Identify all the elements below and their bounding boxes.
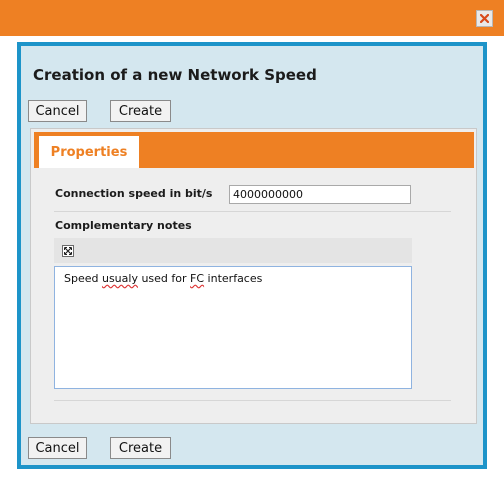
create-button-top[interactable]: Create — [110, 100, 171, 122]
dialog-title: Creation of a new Network Speed — [33, 66, 317, 84]
create-button-bottom[interactable]: Create — [110, 437, 171, 459]
tab-bar: Properties — [34, 132, 474, 168]
properties-panel: Properties Connection speed in bit/s Com… — [30, 128, 477, 424]
notes-editor-toolbar — [54, 238, 412, 263]
cancel-button-top[interactable]: Cancel — [28, 100, 87, 122]
notes-text-part: Speed — [64, 272, 102, 285]
divider — [54, 211, 451, 212]
network-speed-dialog: Creation of a new Network Speed Cancel C… — [17, 42, 487, 469]
divider — [54, 400, 451, 401]
complementary-notes-label: Complementary notes — [55, 219, 192, 232]
cancel-button-bottom[interactable]: Cancel — [28, 437, 87, 459]
notes-text-part: used for — [137, 272, 191, 285]
misspelled-word: FC — [190, 272, 205, 285]
maximize-icon[interactable] — [62, 245, 74, 257]
tab-properties[interactable]: Properties — [39, 136, 139, 168]
window-titlebar — [0, 0, 504, 36]
misspelled-word: usualy — [101, 272, 138, 285]
connection-speed-label: Connection speed in bit/s — [55, 187, 213, 200]
close-icon[interactable] — [476, 10, 493, 27]
connection-speed-input[interactable] — [229, 185, 411, 204]
complementary-notes-textarea[interactable]: Speed usualy used for FC interfaces — [54, 266, 412, 389]
notes-text-part: interfaces — [204, 272, 263, 285]
